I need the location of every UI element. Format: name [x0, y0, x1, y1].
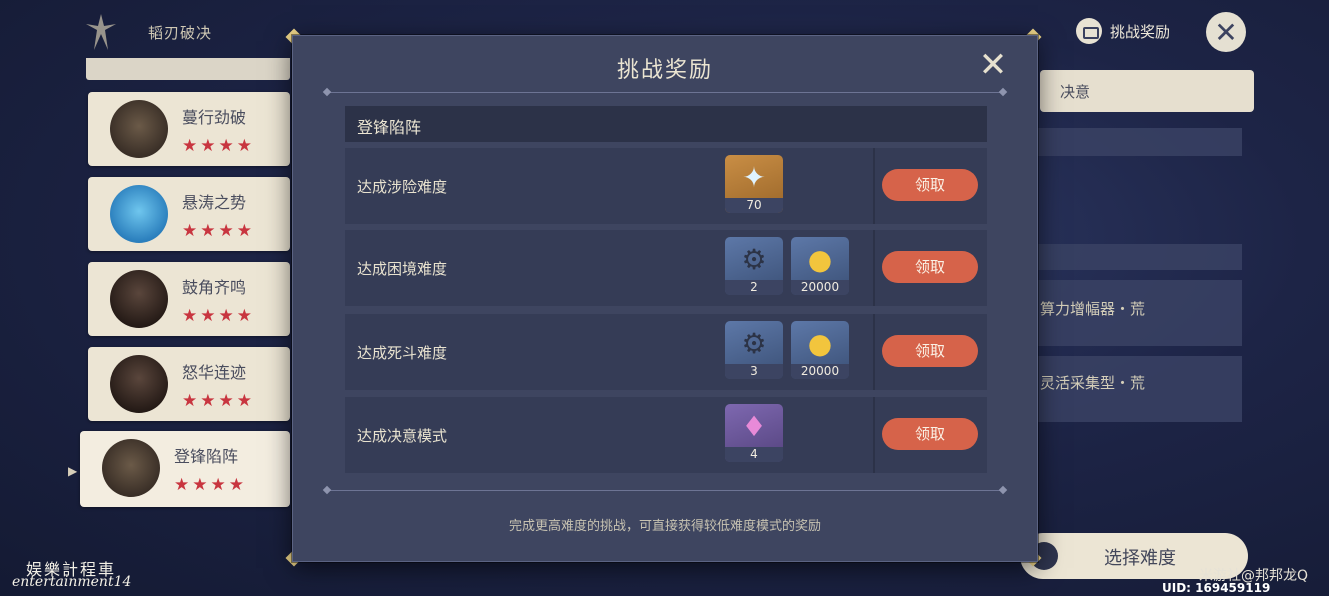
primogem-icon: ✦: [742, 160, 766, 194]
choose-difficulty-label: 选择难度: [1104, 548, 1176, 569]
info-bar: [1036, 244, 1242, 270]
row-separator: [873, 314, 875, 390]
dialog-title: 挑战奖励: [616, 58, 713, 83]
stage-stars: ★★★★: [182, 221, 255, 241]
reward-requirement: 达成决意模式: [357, 427, 448, 445]
stage-item[interactable]: 蔓行劲破 ★★★★: [88, 92, 290, 166]
reward-item[interactable]: ● 20000: [791, 237, 849, 295]
section-header: 登锋陷阵: [345, 106, 987, 142]
claim-button[interactable]: 领取: [882, 251, 978, 283]
reward-item[interactable]: ⚙ 2: [725, 237, 783, 295]
section-title: 登锋陷阵: [357, 118, 422, 137]
material-icon: ⚙: [741, 242, 767, 276]
gift-icon: [1076, 18, 1102, 44]
row-separator: [873, 148, 875, 224]
info-bar: [1036, 128, 1242, 156]
reward-requirement: 达成困境难度: [357, 260, 448, 278]
mora-icon: ●: [807, 242, 833, 276]
stage-item-partial[interactable]: [86, 58, 290, 80]
event-title: 韬刃破决: [148, 24, 213, 42]
reward-item[interactable]: ⚙ 3: [725, 321, 783, 379]
claim-button[interactable]: 领取: [882, 335, 978, 367]
stage-item[interactable]: 悬涛之势 ★★★★: [88, 177, 290, 251]
event-emblem-icon: [86, 14, 116, 50]
reward-row: 达成决意模式 ♦ 4 领取: [345, 397, 987, 473]
challenge-reward-label: 挑战奖励: [1110, 22, 1171, 41]
stage-name: 登锋陷阵: [174, 447, 239, 466]
stage-name: 怒华连迹: [182, 363, 247, 382]
stage-name: 蔓行劲破: [182, 108, 247, 127]
divider: [327, 490, 1003, 491]
dialog-footnote: 完成更高难度的挑战，可直接获得较低难度模式的奖励: [508, 519, 821, 534]
reward-row: 达成死斗难度 ⚙ 3 ● 20000 领取: [345, 314, 987, 390]
challenge-reward-dialog: 挑战奖励 ✕ 登锋陷阵 达成涉险难度 ✦ 70 领取 达成困境难度 ⚙ 2 ● 20000 领取达…: [292, 35, 1038, 562]
difficulty-tab[interactable]: 决意: [1040, 70, 1254, 112]
stage-item[interactable]: 怒华连迹 ★★★★: [88, 347, 290, 421]
boss-portrait: [110, 100, 168, 158]
boss-portrait: [110, 185, 168, 243]
buff-name: 灵活采集型・荒: [1040, 374, 1146, 392]
row-separator: [873, 397, 875, 473]
reward-requirement: 达成死斗难度: [357, 344, 448, 362]
reward-quantity: 2: [725, 280, 783, 295]
boss-portrait: [102, 439, 160, 497]
stage-stars: ★★★★: [182, 306, 255, 326]
close-event-button[interactable]: ✕: [1206, 12, 1246, 52]
watermark: entertainment14: [12, 574, 132, 590]
boss-portrait: [110, 270, 168, 328]
stage-stars: ★★★★: [182, 136, 255, 156]
difficulty-tab-label: 决意: [1060, 83, 1091, 101]
reward-quantity: 70: [725, 198, 783, 213]
reward-quantity: 20000: [791, 364, 849, 379]
uid-label: UID: 169459119: [1162, 581, 1271, 595]
claim-button[interactable]: 领取: [882, 418, 978, 450]
reward-item[interactable]: ● 20000: [791, 321, 849, 379]
row-separator: [873, 230, 875, 306]
stage-stars: ★★★★: [182, 391, 255, 411]
stage-name: 鼓角齐鸣: [182, 278, 247, 297]
reward-quantity: 4: [725, 447, 783, 462]
reward-row: 达成涉险难度 ✦ 70 领取: [345, 148, 987, 224]
stage-stars: ★★★★: [174, 475, 247, 495]
selected-indicator-icon: ▶: [68, 464, 78, 478]
material-icon: ⚙: [741, 326, 767, 360]
close-icon: ✕: [978, 45, 1008, 85]
close-dialog-button[interactable]: ✕: [977, 48, 1009, 82]
stage-name: 悬涛之势: [182, 193, 247, 212]
divider: [327, 92, 1003, 93]
buff-name: 算力增幅器・荒: [1040, 300, 1146, 318]
reward-requirement: 达成涉险难度: [357, 178, 448, 196]
reward-item[interactable]: ✦ 70: [725, 155, 783, 213]
reward-item[interactable]: ♦ 4: [725, 404, 783, 462]
boss-portrait: [110, 355, 168, 413]
challenge-reward-button[interactable]: 挑战奖励: [1076, 15, 1170, 47]
stage-item[interactable]: 登锋陷阵 ★★★★: [80, 431, 290, 507]
crystal-icon: ♦: [741, 409, 767, 443]
reward-row: 达成困境难度 ⚙ 2 ● 20000 领取: [345, 230, 987, 306]
reward-quantity: 3: [725, 364, 783, 379]
close-icon: ✕: [1214, 15, 1238, 49]
reward-quantity: 20000: [791, 280, 849, 295]
mora-icon: ●: [807, 326, 833, 360]
claim-button[interactable]: 领取: [882, 169, 978, 201]
stage-item[interactable]: 鼓角齐鸣 ★★★★: [88, 262, 290, 336]
